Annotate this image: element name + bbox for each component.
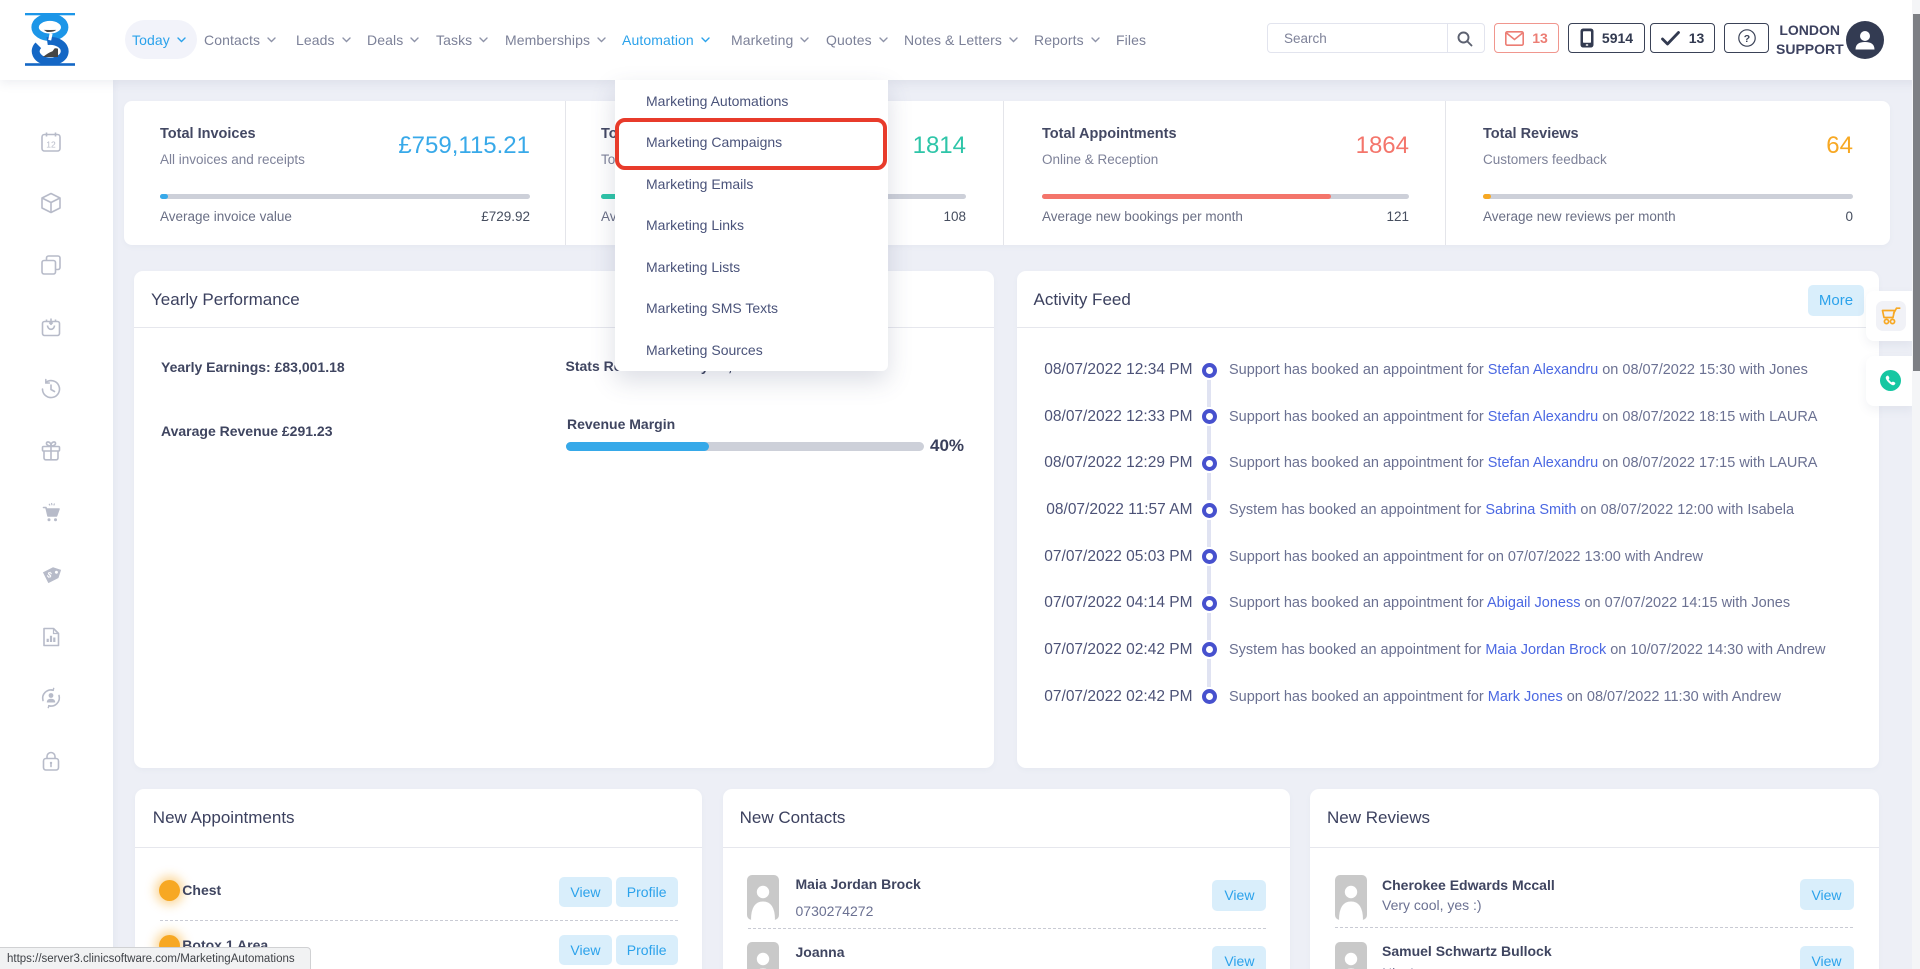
svg-text:12: 12 xyxy=(46,139,56,149)
svg-text:?: ? xyxy=(1743,33,1749,45)
